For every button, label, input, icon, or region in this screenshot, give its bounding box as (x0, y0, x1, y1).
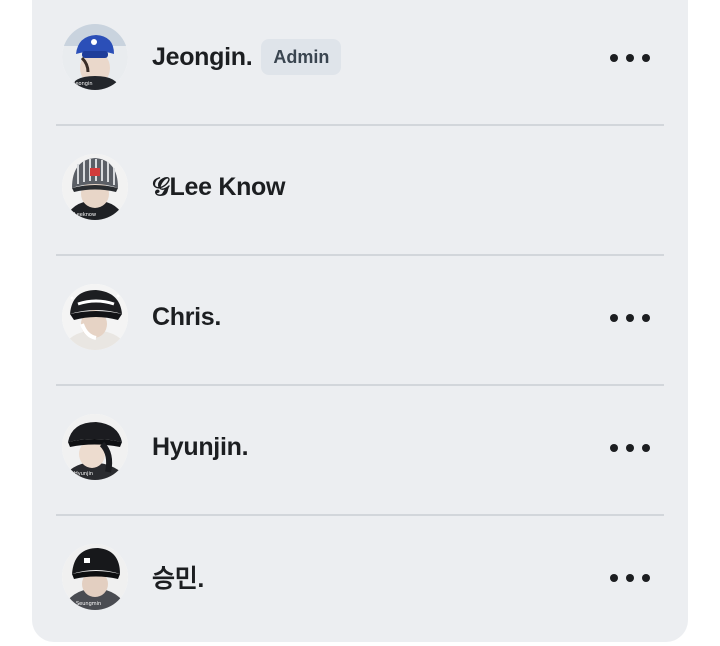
profile-photo-black-cap-icon (62, 284, 128, 350)
avatar[interactable]: Jeongin (62, 24, 128, 90)
more-options-button[interactable] (610, 304, 650, 332)
more-horizontal-icon (610, 314, 618, 322)
more-horizontal-icon (610, 54, 618, 62)
more-dot (626, 574, 634, 582)
member-name-wrap: Hyunjin. (152, 427, 249, 467)
member-name-wrap: Jeongin. Admin (152, 37, 342, 77)
member-row[interactable]: Hyunjin Hyunjin. (32, 386, 688, 516)
member-row[interactable]: Seungmin 승민. (32, 516, 688, 646)
profile-photo-black-cap-icon: Seungmin (62, 544, 128, 610)
more-dot (626, 444, 634, 452)
avatar[interactable]: Hyunjin (62, 414, 128, 480)
avatar[interactable]: Seungmin (62, 544, 128, 610)
more-options-button[interactable] (610, 564, 650, 592)
avatar[interactable]: Leeknow (62, 154, 128, 220)
member-name[interactable]: 승민. (152, 559, 204, 595)
profile-photo-blue-cap-icon: Jeongin (62, 24, 128, 90)
svg-text:Hyunjin: Hyunjin (74, 471, 93, 477)
member-name[interactable]: Hyunjin. (152, 433, 249, 462)
more-horizontal-icon (610, 444, 618, 452)
more-dot (642, 54, 650, 62)
more-options-button[interactable] (610, 44, 650, 72)
more-dot (626, 54, 634, 62)
more-horizontal-icon (610, 574, 618, 582)
more-dot (642, 314, 650, 322)
svg-text:Seungmin: Seungmin (76, 601, 101, 607)
svg-text:Leeknow: Leeknow (74, 212, 96, 218)
member-name[interactable]: Chris. (152, 303, 221, 332)
more-dot (626, 314, 634, 322)
profile-photo-black-cap-icon: Hyunjin (62, 414, 128, 480)
profile-photo-striped-cap-icon: Leeknow (62, 154, 128, 220)
member-row[interactable]: Jeongin Jeongin. Admin (32, 0, 688, 126)
member-name-wrap: 𝒢Lee Know (152, 167, 285, 207)
member-row[interactable]: Leeknow 𝒢Lee Know (32, 126, 688, 256)
member-name[interactable]: Jeongin. (152, 43, 253, 72)
avatar[interactable] (62, 284, 128, 350)
svg-text:Jeongin: Jeongin (73, 81, 93, 87)
member-name[interactable]: 𝒢Lee Know (152, 173, 285, 202)
member-name-wrap: 승민. (152, 557, 204, 597)
more-dot (642, 444, 650, 452)
admin-badge: Admin (261, 39, 342, 75)
member-list-panel: Jeongin Jeongin. Admin Leeknow 𝒢Lee Know… (32, 0, 688, 642)
member-row[interactable]: Chris. (32, 256, 688, 386)
more-options-button[interactable] (610, 434, 650, 462)
more-dot (642, 574, 650, 582)
member-name-wrap: Chris. (152, 297, 221, 337)
